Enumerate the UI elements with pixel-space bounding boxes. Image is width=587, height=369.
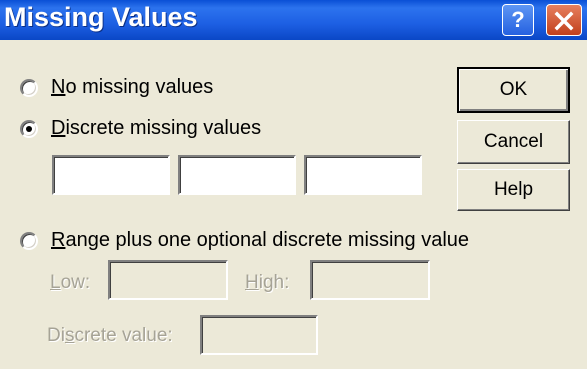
radio-discrete-missing-values[interactable]: Discrete missing values (20, 117, 261, 140)
cancel-button[interactable]: Cancel (457, 120, 570, 164)
high-value-field[interactable] (310, 260, 430, 300)
dialog-title: Missing Values (4, 2, 198, 32)
radio-discrete-missing-values-label: Discrete missing values (51, 117, 262, 139)
discrete-value-label: Discrete value: (47, 325, 173, 346)
missing-values-dialog: Missing Values ? No missing values Discr… (0, 0, 587, 369)
radio-no-missing-values-label: No missing values (51, 76, 214, 98)
radio-range-plus-discrete-label: Range plus one optional discrete missing… (51, 229, 470, 251)
high-label: High: (245, 272, 290, 293)
radio-discrete-missing-values-circle[interactable] (20, 119, 38, 138)
discrete-value-field[interactable] (200, 315, 318, 355)
help-icon: ? (511, 7, 525, 32)
title-bar[interactable]: Missing Values ? (0, 0, 587, 40)
close-icon (554, 11, 574, 31)
title-help-button[interactable]: ? (502, 4, 534, 36)
low-label: Low: (50, 272, 91, 293)
radio-no-missing-values[interactable]: No missing values (20, 76, 213, 99)
radio-no-missing-values-circle[interactable] (20, 78, 38, 97)
radio-range-plus-discrete[interactable]: Range plus one optional discrete missing… (20, 229, 469, 252)
ok-button[interactable]: OK (457, 67, 570, 113)
discrete-value-field-2[interactable] (178, 155, 296, 195)
help-button[interactable]: Help (457, 169, 570, 211)
discrete-value-field-3[interactable] (304, 155, 422, 195)
title-close-button[interactable] (546, 4, 582, 36)
radio-range-plus-discrete-circle[interactable] (20, 231, 38, 250)
discrete-value-field-1[interactable] (52, 155, 170, 195)
low-value-field[interactable] (108, 260, 228, 300)
